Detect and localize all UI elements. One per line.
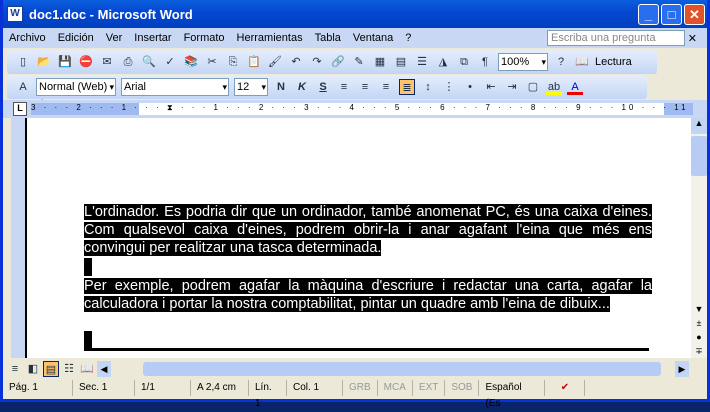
status-col: Col. 1 (287, 380, 343, 396)
undo-icon[interactable]: ↶ (288, 54, 304, 70)
outline-view-icon[interactable]: ☷ (61, 361, 77, 377)
show-hide-icon[interactable]: ¶ (477, 54, 493, 70)
paragraph-2: Per exemple, podrem agafar la màquina d'… (84, 278, 652, 312)
research-icon[interactable]: 📚 (183, 54, 199, 70)
status-at: A 2,4 cm (191, 380, 249, 396)
window-title: doc1.doc - Microsoft Word (29, 6, 193, 22)
format-painter-icon[interactable]: 🖌 (267, 54, 283, 70)
paragraph-1: L'ordinador. Es podria dir que un ordina… (84, 204, 652, 256)
spelling-status-icon[interactable]: ✔ (545, 380, 586, 396)
style-select[interactable]: Normal (Web) + (36, 78, 116, 109)
status-page: Pág. 1 (3, 380, 73, 396)
maximize-button[interactable]: □ (661, 4, 682, 25)
reading-view-icon[interactable]: 📖 (79, 361, 95, 377)
close-button[interactable]: ✕ (684, 4, 705, 25)
close-doc-icon[interactable]: ✕ (688, 32, 697, 45)
font-select[interactable]: Arial (121, 78, 229, 96)
open-icon[interactable]: 📂 (36, 54, 52, 70)
cut-icon[interactable]: ✂ (204, 54, 220, 70)
size-select[interactable]: 12 (234, 78, 268, 96)
line-spacing-icon[interactable]: ↕ (420, 79, 436, 95)
status-mca[interactable]: MCA (378, 380, 413, 396)
document-map-icon[interactable]: ⧉ (456, 54, 472, 70)
italic-button[interactable]: K (294, 79, 310, 95)
selection-mark (84, 331, 92, 349)
hyperlink-icon[interactable]: 🔗 (330, 54, 346, 70)
bullets-icon[interactable]: • (462, 79, 478, 95)
formatting-toolbar: A Normal (Web) + Arial 12 N K S ≡ ≡ ≡ ≣ … (7, 75, 647, 109)
status-bar: Pág. 1 Sec. 1 1/1 A 2,4 cm Lín. 1 Col. 1… (3, 378, 707, 409)
save-icon[interactable]: 💾 (57, 54, 73, 70)
menu-ver[interactable]: Ver (106, 32, 123, 44)
tab-selector[interactable]: L (13, 102, 27, 116)
status-ext[interactable]: EXT (413, 380, 446, 396)
spelling-icon[interactable]: ✓ (162, 54, 178, 70)
insert-excel-icon[interactable]: ▤ (393, 54, 409, 70)
menu-edicion[interactable]: Edición (58, 32, 94, 44)
new-icon[interactable]: ▯ (15, 54, 31, 70)
insert-table-icon[interactable]: ▦ (372, 54, 388, 70)
increase-indent-icon[interactable]: ⇥ (504, 79, 520, 95)
reading-button[interactable]: Lectura (595, 56, 632, 68)
menu-help[interactable]: ? (405, 32, 411, 44)
email-icon[interactable]: ✉ (99, 54, 115, 70)
paste-icon[interactable]: 📋 (246, 54, 262, 70)
underline-button[interactable]: S (315, 79, 331, 95)
word-icon: W (7, 6, 23, 22)
zoom-select[interactable]: 100% (498, 53, 548, 71)
align-right-icon[interactable]: ≡ (378, 79, 394, 95)
status-language: Español (Es (479, 380, 546, 409)
menu-formato[interactable]: Formato (184, 32, 225, 44)
tables-borders-icon[interactable]: ✎ (351, 54, 367, 70)
normal-view-icon[interactable]: ≡ (7, 361, 23, 377)
web-view-icon[interactable]: ◧ (25, 361, 41, 377)
status-sob[interactable]: SOB (445, 380, 480, 396)
border-icon[interactable]: ▢ (525, 79, 541, 95)
menu-bar: Archivo Edición Ver Insertar Formato Her… (3, 28, 707, 48)
ruler-ticks: 3 · · · 2 · · · 1 · · · ⧗ · · · 1 · · · … (31, 103, 693, 112)
copy-icon[interactable]: ⎘ (225, 54, 241, 70)
permission-icon[interactable]: ⛔ (78, 54, 94, 70)
status-pages: 1/1 (135, 380, 191, 396)
horizontal-ruler: L 3 · · · 2 · · · 1 · · · ⧗ · · · 1 · · … (3, 100, 707, 118)
redo-icon[interactable]: ↷ (309, 54, 325, 70)
selection-line (84, 348, 649, 351)
justify-icon[interactable]: ≣ (399, 79, 415, 95)
status-section: Sec. 1 (73, 380, 135, 396)
selection-mark (84, 258, 92, 276)
status-line: Lín. 1 (249, 380, 287, 409)
vertical-scrollbar[interactable]: ▲ ▼ ± ● ∓ (691, 118, 707, 358)
status-rec[interactable]: GRB (343, 380, 378, 396)
bold-button[interactable]: N (273, 79, 289, 95)
columns-icon[interactable]: ☰ (414, 54, 430, 70)
highlight-icon[interactable]: ab (546, 79, 562, 95)
menu-tabla[interactable]: Tabla (315, 32, 341, 44)
align-left-icon[interactable]: ≡ (336, 79, 352, 95)
horizontal-scrollbar[interactable]: ≡ ◧ ▤ ☷ 📖 ◀ ▶ (3, 360, 707, 378)
menu-archivo[interactable]: Archivo (9, 32, 46, 44)
print-icon[interactable]: ⎙ (120, 54, 136, 70)
menu-herramientas[interactable]: Herramientas (237, 32, 303, 44)
help-icon[interactable]: ? (553, 54, 569, 70)
standard-toolbar: ▯ 📂 💾 ⛔ ✉ ⎙ 🔍 ✓ 📚 ✂ ⎘ 📋 🖌 ↶ ↷ 🔗 ✎ ▦ ▤ ☰ … (7, 50, 657, 74)
font-color-icon[interactable]: A (567, 79, 583, 95)
word-window: W doc1.doc - Microsoft Word _ □ ✕ Archiv… (0, 0, 710, 409)
menu-ventana[interactable]: Ventana (353, 32, 393, 44)
title-bar: W doc1.doc - Microsoft Word _ □ ✕ (3, 0, 707, 28)
vertical-ruler (11, 118, 25, 358)
numbering-icon[interactable]: ⋮ (441, 79, 457, 95)
print-view-icon[interactable]: ▤ (43, 361, 59, 377)
decrease-indent-icon[interactable]: ⇤ (483, 79, 499, 95)
minimize-button[interactable]: _ (638, 4, 659, 25)
styles-icon[interactable]: A (15, 79, 31, 95)
drawing-icon[interactable]: ◮ (435, 54, 451, 70)
menu-insertar[interactable]: Insertar (134, 32, 171, 44)
document-area[interactable]: L'ordinador. Es podria dir que un ordina… (25, 118, 691, 358)
align-center-icon[interactable]: ≡ (357, 79, 373, 95)
reading-icon: 📖 (575, 56, 589, 68)
preview-icon[interactable]: 🔍 (141, 54, 157, 70)
ask-question-input[interactable]: Escriba una pregunta (547, 30, 685, 46)
